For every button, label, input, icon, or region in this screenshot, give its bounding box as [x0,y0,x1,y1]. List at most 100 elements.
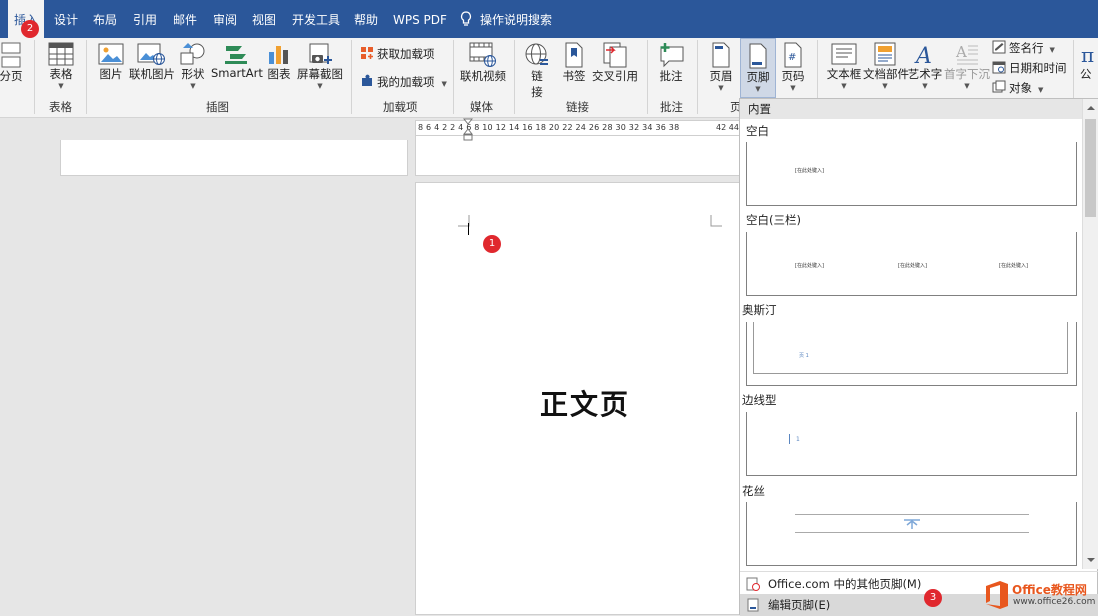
ribbon-tab-bar: 插入 设计 布局 引用 邮件 审阅 视图 开发工具 帮助 WPS PDF 操作说… [0,0,1098,38]
online-picture-button[interactable]: 联机图片 [129,42,175,82]
signature-line-button[interactable]: 签名行 ▼ [992,40,1055,56]
page-number-button[interactable]: # 页码 ▼ [779,42,807,92]
chart-button[interactable]: 图表 [265,42,293,82]
cross-reference-icon [603,42,627,68]
footer-option-blank-three-column[interactable]: [在此处键入] [在此处键入] [在此处键入] [746,232,1077,296]
tab-wps-pdf[interactable]: WPS PDF [393,0,447,38]
filigree-ornament-icon [904,519,920,529]
dropdown-caret-icon: ▼ [882,82,888,90]
date-time-button[interactable]: 日期和时间 [992,60,1067,76]
page-break-label: 分页 [0,69,23,83]
get-addins-label: 获取加载项 [377,47,435,61]
horizontal-ruler[interactable]: 8 6 4 2 2 4 6 8 10 12 14 16 18 20 22 24 … [415,118,740,141]
gallery-item-label: 边线型 [742,393,777,407]
shapes-label: 形状 [181,67,205,81]
group-separator [34,40,35,114]
footer-option-sideline[interactable]: 1 [746,412,1077,476]
tab-mailings[interactable]: 邮件 [173,0,197,38]
object-button[interactable]: 对象 ▼ [992,80,1043,96]
gallery-scrollbar[interactable] [1082,99,1098,569]
bookmark-button[interactable]: 书签 [560,42,588,84]
calendar-icon [992,61,1006,74]
svg-text:A: A [914,44,932,66]
step-badge-3: 3 [924,589,942,607]
gallery-item-label: 花丝 [742,484,765,498]
tab-view[interactable]: 视图 [252,0,276,38]
tab-review[interactable]: 审阅 [213,0,237,38]
shapes-button[interactable]: 形状 ▼ [179,42,207,90]
textbox-label: 文本框 [826,67,862,81]
gallery-item-label: 奥斯汀 [742,303,777,317]
screenshot-icon [309,43,332,64]
my-addins-label: 我的加载项 [377,75,435,89]
dropdown-caret-icon: ▼ [58,82,64,90]
table-button[interactable]: 表格 ▼ [44,42,78,90]
footer-button[interactable]: 页脚 ▼ [740,38,776,98]
pi-icon: π [1081,43,1094,66]
tell-me-search[interactable]: 操作说明搜索 [460,0,552,38]
comment-icon [660,43,684,68]
gallery-item-label: 空白(三栏) [746,213,801,227]
footer-option-austin[interactable]: 页 1 [746,322,1077,386]
get-addins-button[interactable]: 获取加载项 [360,46,435,62]
tab-help[interactable]: 帮助 [354,0,378,38]
tab-design[interactable]: 设计 [54,0,78,38]
filigree-line [795,514,1029,515]
step-badge-1: 1 [483,235,501,253]
online-video-label: 联机视频 [460,69,506,83]
picture-button[interactable]: 图片 [96,42,126,82]
new-comment-button[interactable]: 批注 [656,42,686,84]
page-number-label: 页码 [781,69,805,83]
online-video-icon [469,42,496,67]
tab-layout[interactable]: 布局 [93,0,117,38]
object-icon [992,80,1006,93]
dropcap-button[interactable]: A 首字下沉 ▼ [944,42,990,90]
tab-developer[interactable]: 开发工具 [292,0,340,38]
sideline-bar [789,434,790,444]
document-page[interactable]: 正文页 [415,182,741,615]
footer-icon [749,43,767,69]
dropdown-caret-icon: ▼ [964,82,970,90]
margin-corner-mark-icon [710,215,722,227]
dropdown-caret-icon: ▼ [1038,86,1044,94]
table-icon [48,42,74,66]
picture-label: 图片 [99,67,123,81]
footer-option-filigree[interactable] [746,502,1077,566]
dropdown-caret-icon: ▼ [317,82,323,90]
scroll-thumb[interactable] [1085,119,1096,217]
textbox-button[interactable]: 文本框 ▼ [826,42,862,90]
my-addins-button[interactable]: 我的加载项 ▼ [360,74,447,90]
text-cursor [468,223,469,235]
wordart-icon: A [914,44,932,66]
textbox-icon [831,43,857,65]
footer-option-blank[interactable]: [在此处键入] [746,142,1077,206]
header-button[interactable]: 页眉 ▼ [706,42,736,92]
online-video-button[interactable]: 联机视频 [460,42,506,84]
quick-parts-label: 文档部件 [863,67,909,81]
screenshot-button[interactable]: 屏幕截图 ▼ [297,42,343,90]
group-label-comments: 批注 [660,100,683,114]
date-time-label: 日期和时间 [1009,61,1067,75]
tab-references[interactable]: 引用 [133,0,157,38]
picture-icon [98,43,124,65]
cross-reference-button[interactable]: 交叉引用 [592,42,638,84]
quick-parts-button[interactable]: 文档部件 ▼ [863,42,909,90]
smartart-button[interactable]: SmartArt [211,42,263,80]
tell-me-label: 操作说明搜索 [480,13,553,27]
chart-icon [269,46,288,64]
dropdown-caret-icon: ▼ [755,85,761,93]
more-footers-label: Office.com 中的其他页脚(M) [768,577,922,591]
equation-button[interactable]: π 公 [1080,42,1098,82]
dropdown-caret-icon: ▼ [841,82,847,90]
footer-placeholder: [在此处键入] [999,263,1028,269]
wordart-button[interactable]: A 艺术字 ▼ [907,42,943,90]
scroll-down-arrow-icon[interactable] [1084,554,1098,566]
link-button[interactable]: 链 接 [522,42,552,100]
chart-label: 图表 [267,67,291,81]
footer-placeholder: [在此处键入] [795,263,824,269]
page-break-button[interactable]: 分页 [0,42,24,84]
indent-marker-icon[interactable] [463,118,473,148]
gallery-section-header: 内置 [740,99,1082,119]
watermark-brand: Office教程网 [1012,583,1087,597]
scroll-up-arrow-icon[interactable] [1084,102,1098,114]
